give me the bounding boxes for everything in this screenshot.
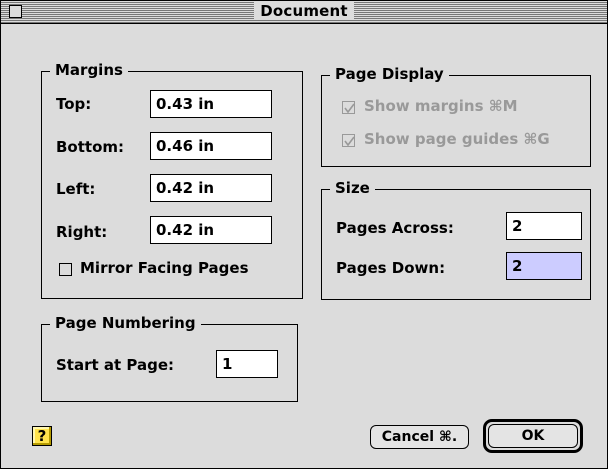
mirror-facing-pages-checkbox[interactable]: [59, 263, 72, 276]
margins-group-label: Margins: [50, 61, 128, 79]
top-margin-field[interactable]: 0.43 in: [150, 90, 272, 118]
page-display-group: Page Display Show margins ⌘M Show page g…: [321, 65, 591, 167]
pages-down-field[interactable]: 2: [506, 252, 582, 280]
start-at-page-field[interactable]: 1: [216, 350, 278, 378]
margins-group: Margins Top: 0.43 in Bottom: 0.46 in Lef…: [41, 61, 303, 299]
checkmark-icon: [344, 103, 355, 114]
mirror-facing-pages-label[interactable]: Mirror Facing Pages: [80, 259, 249, 277]
pages-across-label: Pages Across:: [336, 219, 454, 237]
page-numbering-group: Page Numbering Start at Page: 1: [41, 314, 298, 402]
checkmark-icon: [344, 136, 355, 147]
right-label: Right:: [56, 223, 108, 241]
document-dialog: Document Margins Top: 0.43 in Bottom: 0.…: [0, 0, 608, 469]
show-page-guides-label[interactable]: Show page guides ⌘G: [364, 130, 550, 148]
show-margins-label[interactable]: Show margins ⌘M: [364, 97, 518, 115]
bottom-label: Bottom:: [56, 138, 125, 156]
size-group: Size Pages Across: 2 Pages Down: 2: [321, 179, 591, 300]
ok-button[interactable]: OK: [488, 424, 578, 448]
page-display-group-label: Page Display: [330, 65, 449, 83]
left-label: Left:: [56, 180, 96, 198]
show-page-guides-checkbox[interactable]: [342, 134, 355, 147]
show-margins-checkbox[interactable]: [342, 101, 355, 114]
start-at-page-label: Start at Page:: [56, 356, 175, 374]
help-button[interactable]: ?: [32, 426, 52, 446]
title-bar[interactable]: Document: [1, 1, 607, 24]
pages-across-field[interactable]: 2: [506, 212, 582, 240]
cancel-button[interactable]: Cancel ⌘.: [370, 425, 469, 449]
right-margin-field[interactable]: 0.42 in: [150, 216, 272, 244]
bottom-margin-field[interactable]: 0.46 in: [150, 132, 272, 160]
window-title: Document: [254, 2, 354, 20]
ok-button-default-ring: OK: [483, 419, 583, 453]
left-margin-field[interactable]: 0.42 in: [150, 174, 272, 202]
pages-down-label: Pages Down:: [336, 259, 446, 277]
page-numbering-group-label: Page Numbering: [50, 314, 201, 332]
size-group-label: Size: [330, 179, 375, 197]
top-label: Top:: [56, 95, 92, 113]
